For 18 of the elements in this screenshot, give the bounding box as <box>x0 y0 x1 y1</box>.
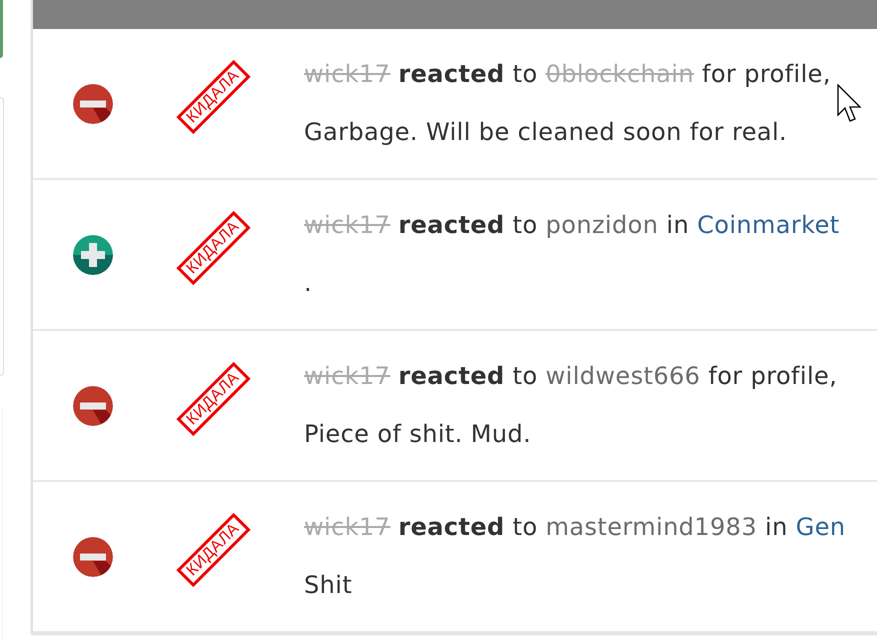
cursor-icon <box>837 84 862 123</box>
activity-line: wick17 reacted to ponzidon in Coinmarket <box>304 210 841 240</box>
user-link[interactable]: ponzidon <box>546 211 658 239</box>
activity-line: wick17 reacted to mastermind1983 in Gen <box>304 512 847 542</box>
plus-icon <box>73 234 113 274</box>
comment-text: Garbage. Will be cleaned soon for real. <box>304 117 788 147</box>
comment-text: . <box>304 268 314 298</box>
topic-link[interactable]: Gen <box>796 513 846 541</box>
activity-line: wick17 reacted to 0blockchain for profile, <box>304 59 832 89</box>
comment-text: Piece of shit. Mud. <box>304 419 532 449</box>
minus-icon <box>73 84 113 124</box>
topic-link[interactable]: Coinmarket <box>697 211 840 239</box>
minus-icon <box>73 536 113 576</box>
user-link[interactable]: wildwest666 <box>546 362 700 390</box>
user-link[interactable]: mastermind1983 <box>546 513 757 541</box>
activity-line: wick17 reacted to wildwest666 for profile, <box>304 361 838 391</box>
comment-text: Shit <box>304 570 354 600</box>
minus-icon <box>73 386 113 426</box>
